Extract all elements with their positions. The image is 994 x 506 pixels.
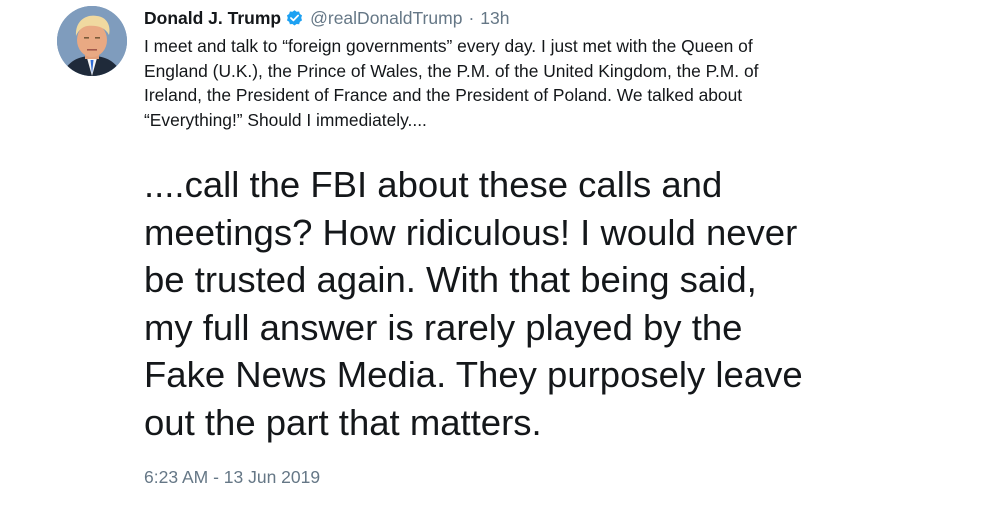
tweet-timestamp[interactable]: 6:23 AM - 13 Jun 2019 [144, 467, 320, 488]
profile-photo [57, 6, 127, 76]
verified-badge-icon [285, 9, 304, 28]
tweet-age[interactable]: 13h [480, 8, 509, 29]
author-handle[interactable]: @realDonaldTrump [310, 8, 462, 29]
header-separator: · [468, 7, 475, 28]
avatar[interactable] [57, 6, 127, 76]
previous-tweet-text: I meet and talk to “foreign governments”… [144, 36, 759, 130]
tweet-text: ....call the FBI about these calls and m… [144, 164, 803, 443]
author-name[interactable]: Donald J. Trump [144, 8, 281, 29]
tweet-header: Donald J. Trump @realDonaldTrump · 13h [144, 6, 509, 30]
